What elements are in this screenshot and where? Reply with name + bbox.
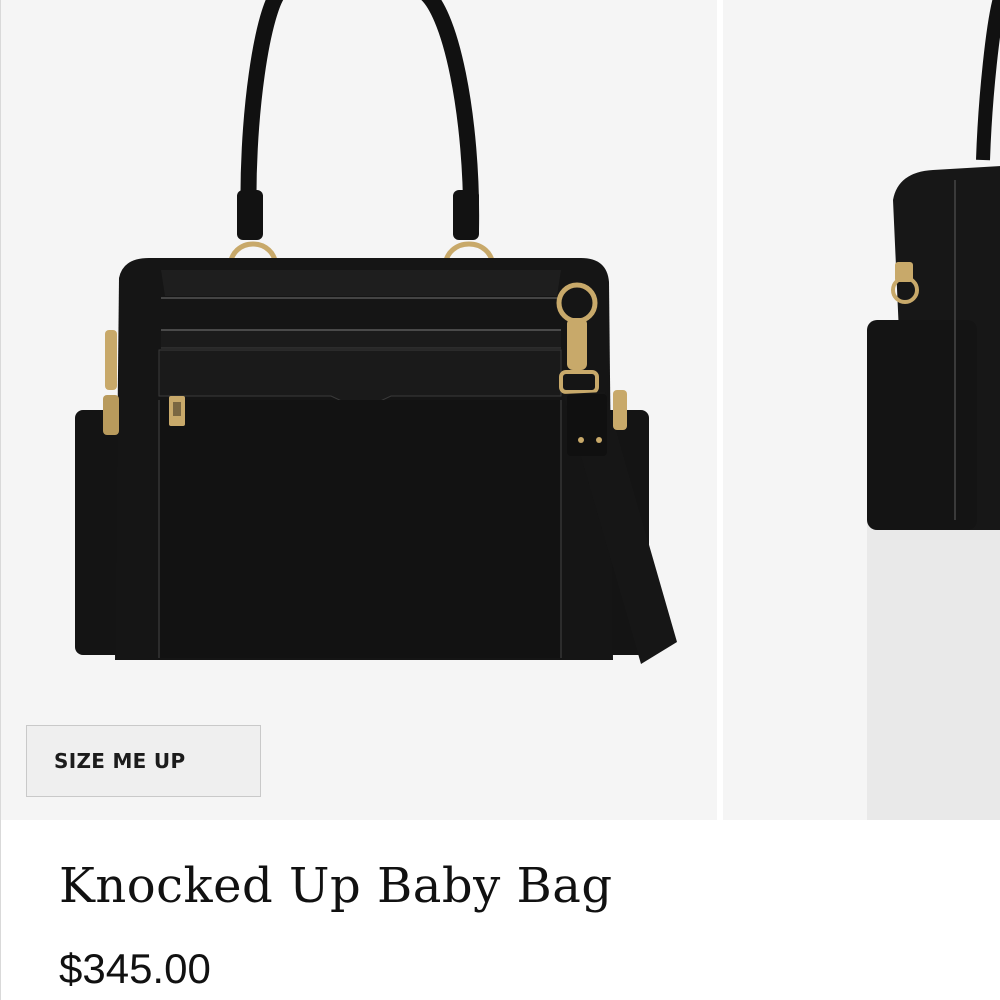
product-price: $345.00 [59,945,211,992]
product-title: Knocked Up Baby Bag [59,858,613,914]
product-image-gallery[interactable]: SIZE ME UP [1,0,1000,820]
size-me-up-button[interactable]: SIZE ME UP [26,725,261,797]
gallery-slide-main[interactable]: SIZE ME UP [1,0,717,820]
product-page: SIZE ME UP Knocked Up Baby Bag $345.00 [0,0,1000,1000]
black-baby-bag-angle-photo [867,0,1000,820]
black-baby-bag-front-photo [75,0,677,664]
gallery-slide-next[interactable] [723,0,1000,820]
